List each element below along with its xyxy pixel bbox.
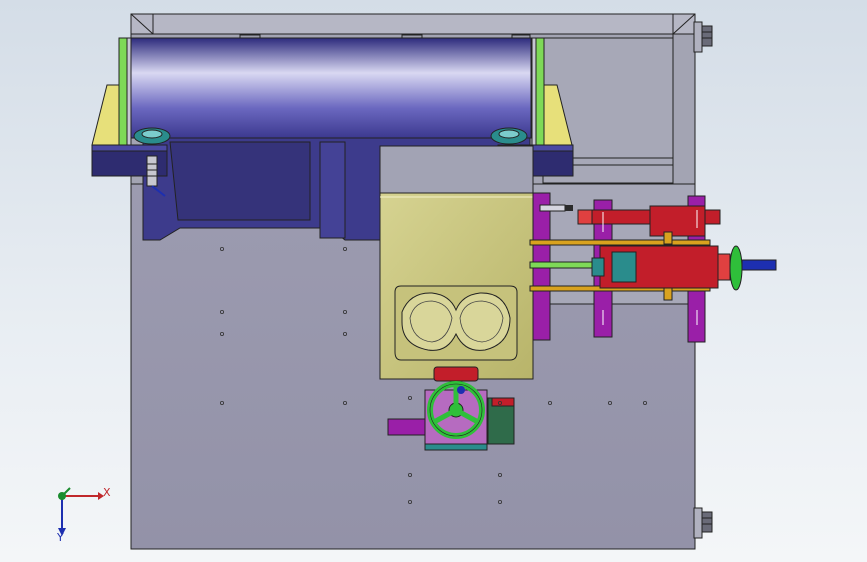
mold-cover[interactable] [379,192,534,380]
cad-viewport[interactable]: X Y [0,0,867,562]
axis-y-label: Y [57,531,64,544]
coordinate-triad [58,487,104,536]
axis-x-label: X [103,486,111,499]
right-latch-top [693,21,713,53]
right-latch-bottom [693,507,713,539]
assembly-drawing[interactable] [0,0,867,562]
mold-frame [379,145,534,195]
